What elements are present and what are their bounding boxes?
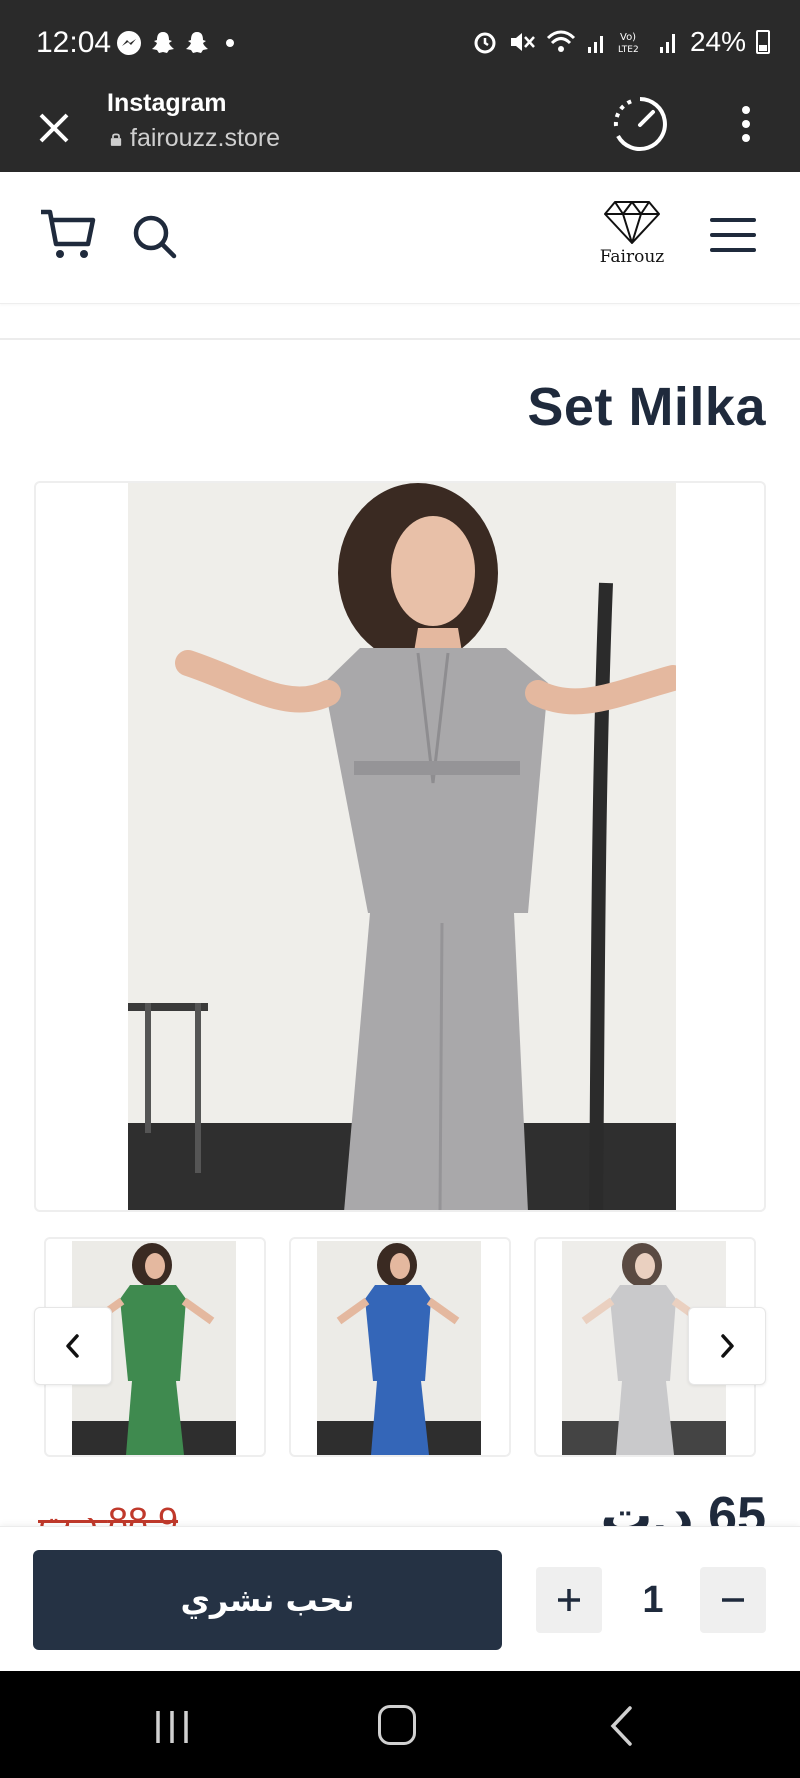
more-options-dot [742, 120, 750, 128]
plus-icon [558, 1589, 580, 1611]
back-icon[interactable] [608, 1705, 634, 1747]
garment-green [120, 1285, 186, 1381]
logo-text: Fairouz [599, 247, 665, 267]
signal-icon-2 [659, 34, 675, 53]
product-title: Set Milka [527, 377, 766, 437]
svg-text:Vo): Vo) [620, 32, 636, 43]
in-app-browser-header: Instagram fairouzz.store [0, 88, 800, 172]
model-photo-grey-set [128, 483, 676, 1210]
browser-url[interactable]: fairouzz.store [110, 124, 280, 153]
hamburger-line [710, 248, 756, 252]
wifi-icon [546, 30, 576, 52]
hamburger-line [710, 233, 756, 237]
more-options-button[interactable] [728, 94, 764, 154]
search-icon [133, 215, 177, 259]
hamburger-line [710, 218, 756, 222]
minus-icon [722, 1598, 744, 1602]
url-text: fairouzz.store [130, 124, 281, 152]
thumbnail-blue[interactable] [289, 1237, 511, 1457]
divider [0, 338, 800, 340]
volte-icon: Vo) LTE2 [618, 32, 639, 55]
buy-button[interactable]: نحب نشري [33, 1550, 502, 1650]
main-product-image[interactable] [34, 481, 766, 1212]
lock-icon [110, 133, 122, 146]
search-button[interactable] [130, 212, 180, 262]
site-header: Fairouz [0, 172, 800, 304]
status-notification-icons [116, 30, 234, 56]
messenger-icon [117, 31, 141, 55]
cart-icon [41, 209, 96, 258]
alarm-icon [474, 32, 496, 54]
home-button[interactable] [378, 1705, 416, 1745]
gallery-prev-button[interactable] [34, 1307, 112, 1385]
more-options-dot [742, 106, 750, 114]
status-system-icons: Vo) LTE2 24% [472, 26, 770, 58]
menu-button[interactable] [710, 218, 756, 252]
close-icon [39, 113, 69, 143]
site-logo[interactable]: Fairouz [594, 198, 670, 270]
diamond-logo-icon [604, 201, 660, 244]
gallery-next-button[interactable] [688, 1307, 766, 1385]
thumbnail-gallery [44, 1237, 756, 1457]
chevron-right-icon [721, 1334, 734, 1358]
more-notifications-dot-icon [226, 39, 234, 47]
battery-percentage: 24% [689, 26, 746, 57]
cart-button[interactable] [38, 206, 96, 262]
mute-icon [510, 33, 535, 51]
close-button[interactable] [30, 104, 78, 152]
battery-icon [756, 30, 770, 54]
more-options-dot [742, 134, 750, 142]
quantity-value[interactable]: 1 [622, 1567, 684, 1633]
browser-title: Instagram [107, 89, 227, 117]
page-speed-button[interactable] [610, 94, 670, 154]
chevron-left-icon [66, 1334, 79, 1358]
speedometer-icon [613, 97, 667, 151]
system-navigation-bar [0, 1671, 800, 1778]
signal-icon [587, 36, 603, 53]
recent-apps-icon[interactable] [152, 1709, 192, 1745]
status-bar: 12:04 Vo) LTE2 24% [0, 0, 800, 88]
svg-text:LTE2: LTE2 [618, 45, 639, 55]
snapchat-icon [152, 32, 174, 53]
thumbnail-image-blue [317, 1241, 481, 1455]
quantity-increase-button[interactable] [536, 1567, 602, 1633]
status-time: 12:04 [36, 26, 112, 59]
quantity-decrease-button[interactable] [700, 1567, 766, 1633]
add-to-cart-bar: نحب نشري 1 [0, 1526, 800, 1671]
snapchat-icon-2 [186, 32, 208, 53]
